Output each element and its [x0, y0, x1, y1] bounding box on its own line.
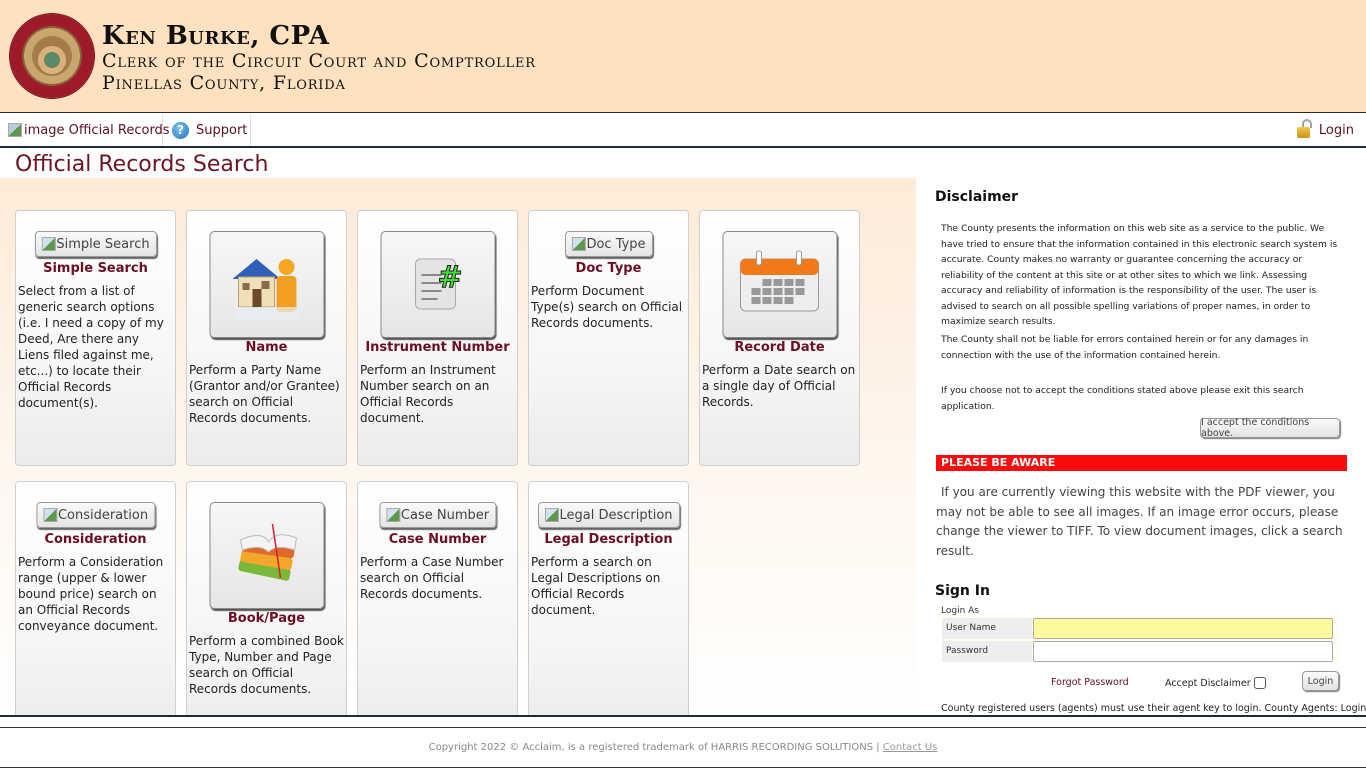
tile-description: Perform a combined Book Type, Number and…: [189, 634, 344, 696]
tile-book-page[interactable]: Book/Page Perform a combined Book Type, …: [186, 481, 347, 715]
broken-image-icon: [42, 508, 57, 522]
contact-us-link[interactable]: Contact Us: [883, 742, 938, 753]
tile-title[interactable]: Consideration: [16, 532, 175, 547]
tile-doc-type[interactable]: Doc Type Doc Type Perform Document Type(…: [528, 210, 689, 466]
button-label: Simple Search: [56, 236, 150, 252]
tile-description: Perform Document Type(s) search on Offic…: [531, 284, 683, 330]
help-question-icon: ?: [172, 121, 189, 139]
broken-image-icon: [41, 237, 56, 251]
broken-image-icon: [571, 237, 586, 251]
login-form: User Name Password: [941, 616, 1339, 662]
tile-consideration[interactable]: Consideration Consideration Perform a Co…: [15, 481, 176, 715]
tile-legal-description[interactable]: Legal Description Legal Description Perf…: [528, 481, 689, 715]
tile-case-number[interactable]: Case Number Case Number Perform a Case N…: [357, 481, 518, 715]
login-link[interactable]: Login: [1296, 114, 1354, 146]
button-label: Consideration: [57, 507, 149, 523]
tile-name[interactable]: Name Perform a Party Name (Grantor and/o…: [186, 210, 347, 466]
button-label: Doc Type: [586, 236, 646, 252]
broken-image-icon: [544, 508, 559, 522]
copyright-text: Copyright 2022 © Acclaim, is a registere…: [428, 742, 883, 753]
broken-image-icon: [385, 508, 400, 522]
name-search-button[interactable]: [209, 231, 324, 338]
nav-divider: [250, 114, 251, 146]
simple-search-button[interactable]: Simple Search: [34, 231, 157, 257]
tile-title[interactable]: Instrument Number: [358, 340, 517, 355]
search-tiles-area: Simple Search Simple Search Select from …: [0, 178, 916, 715]
tile-description: Select from a list of generic search opt…: [18, 284, 164, 410]
password-input[interactable]: [1033, 641, 1333, 662]
official-records-label: image Official Records: [24, 122, 170, 138]
doc-type-button[interactable]: Doc Type: [564, 231, 653, 257]
county-name: Pinellas County, Florida: [102, 72, 346, 94]
disclaimer-paragraph: If you choose not to accept the conditio…: [941, 385, 1304, 412]
tile-record-date[interactable]: Record Date Perform a Date search on a s…: [699, 210, 860, 466]
username-input[interactable]: [1033, 618, 1333, 639]
tile-title[interactable]: Legal Description: [529, 532, 688, 547]
support-label: Support: [196, 122, 248, 138]
svg-text:#: #: [438, 260, 463, 295]
tile-description: Perform an Instrument Number search on a…: [360, 363, 496, 425]
calendar-icon: [740, 250, 819, 311]
content-bottom-rule: [0, 715, 1366, 717]
button-label: Legal Description: [559, 507, 673, 523]
nav-divider: [162, 114, 163, 146]
disclaimer-paragraph: The County shall not be liable for error…: [941, 334, 1309, 361]
county-seal-logo: [10, 14, 94, 98]
tile-description: Perform a Consideration range (upper & l…: [18, 555, 164, 633]
banner-title: Ken Burke, CPA Clerk of the Circuit Cour…: [102, 22, 536, 94]
instrument-number-button[interactable]: #: [380, 231, 495, 338]
top-navbar: image Official Records ? Support Login: [0, 114, 1366, 148]
case-number-button[interactable]: Case Number: [378, 502, 497, 528]
consideration-button[interactable]: Consideration: [35, 502, 156, 528]
tile-description: Perform a Date search on a single day of…: [702, 363, 856, 409]
tile-description: Perform a Case Number search on Official…: [360, 555, 504, 601]
tile-description: Perform a search on Legal Descriptions o…: [531, 555, 661, 617]
forgot-password-link[interactable]: Forgot Password: [1051, 677, 1129, 688]
tile-simple-search[interactable]: Simple Search Simple Search Select from …: [15, 210, 176, 466]
tile-instrument-number[interactable]: # Instrument Number Perform an Instrumen…: [357, 210, 518, 466]
support-link[interactable]: ? Support: [172, 114, 247, 146]
agent-login-note: County registered users (agents) must us…: [941, 703, 1366, 714]
tile-title[interactable]: Case Number: [358, 532, 517, 547]
accept-disclaimer-control[interactable]: Accept Disclaimer: [1165, 677, 1266, 689]
books-icon: [238, 523, 298, 581]
broken-image-icon: [8, 123, 22, 137]
tile-description: Perform a Party Name (Grantor and/or Gra…: [189, 363, 340, 425]
tile-title[interactable]: Record Date: [700, 340, 859, 355]
record-date-button[interactable]: [722, 231, 837, 338]
tile-title[interactable]: Name: [187, 340, 346, 355]
right-panel: Disclaimer The County presents the infor…: [916, 150, 1366, 715]
tile-title[interactable]: Book/Page: [187, 611, 346, 626]
book-page-button[interactable]: [209, 502, 324, 609]
login-label: Login: [1318, 122, 1354, 138]
unlock-icon: [1296, 119, 1313, 141]
legal-description-button[interactable]: Legal Description: [537, 502, 680, 528]
clerk-office: Clerk of the Circuit Court and Comptroll…: [102, 50, 536, 72]
official-records-menu[interactable]: image Official Records: [8, 114, 186, 146]
document-hash-icon: #: [415, 258, 463, 309]
username-label: User Name: [942, 618, 1032, 639]
login-as-label: Login As: [941, 606, 979, 616]
accept-disclaimer-label: Accept Disclaimer: [1165, 677, 1251, 689]
clerk-name: Ken Burke, CPA: [102, 21, 330, 51]
house-person-icon: [232, 258, 299, 321]
password-label: Password: [942, 641, 1032, 662]
button-label: Case Number: [400, 507, 490, 523]
disclaimer-paragraph: The County presents the information on t…: [941, 223, 1338, 327]
pdf-viewer-notice: If you are currently viewing this websit…: [936, 485, 1343, 558]
sign-in-title: Sign In: [935, 583, 990, 599]
please-be-aware-header: PLEASE BE AWARE: [936, 455, 1347, 471]
accept-disclaimer-checkbox[interactable]: [1253, 677, 1266, 689]
disclaimer-title: Disclaimer: [935, 189, 1019, 205]
accept-conditions-button[interactable]: I accept the conditions above.: [1200, 417, 1340, 439]
tile-title[interactable]: Simple Search: [16, 261, 175, 276]
footer: Copyright 2022 © Acclaim, is a registere…: [0, 727, 1366, 768]
tile-title[interactable]: Doc Type: [529, 261, 688, 276]
page-title: Official Records Search: [15, 152, 269, 177]
login-button[interactable]: Login: [1302, 671, 1339, 691]
site-banner: Ken Burke, CPA Clerk of the Circuit Cour…: [0, 0, 1366, 113]
